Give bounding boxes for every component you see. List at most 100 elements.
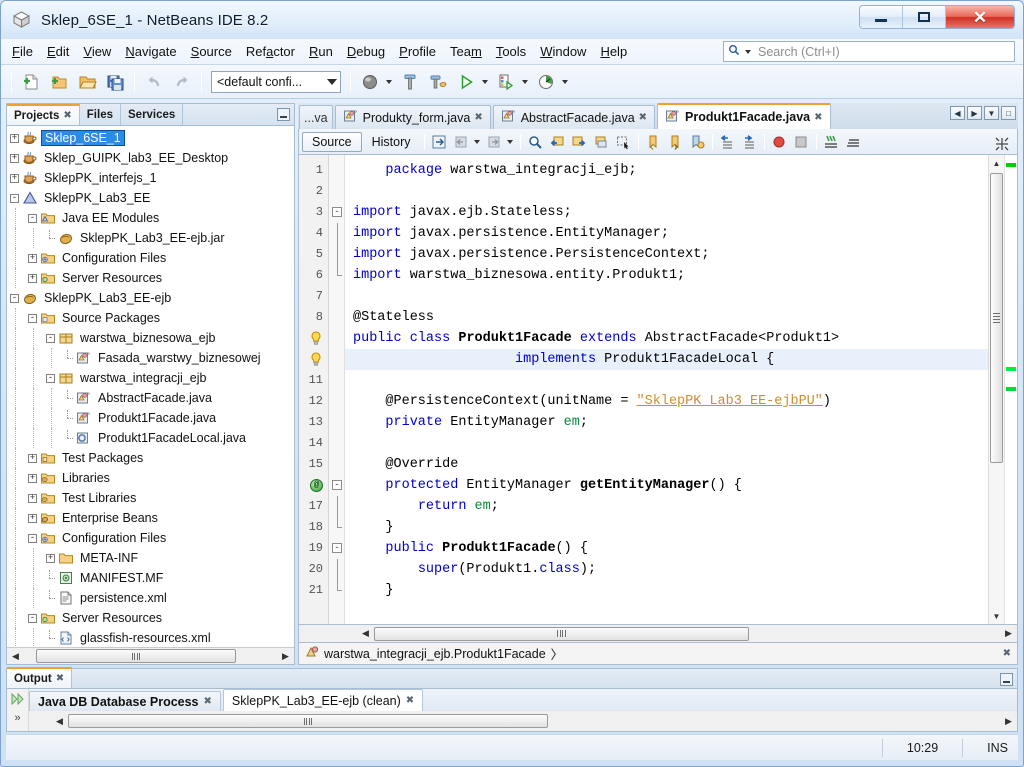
- menu-edit[interactable]: Edit: [40, 41, 76, 62]
- code-line-2[interactable]: [345, 181, 988, 202]
- annotation-mark[interactable]: [1006, 163, 1016, 167]
- menu-tools[interactable]: Tools: [489, 41, 533, 62]
- tree-item-fasada-warstwy-biznesowej[interactable]: ° Fasada_warstwy_biznesowej: [7, 348, 294, 368]
- tree-expander[interactable]: +: [25, 471, 40, 486]
- scroll-track[interactable]: [374, 626, 1000, 642]
- menu-navigate[interactable]: Navigate: [118, 41, 183, 62]
- scroll-right-arrow-icon[interactable]: ▶: [1000, 626, 1017, 642]
- minimize-window-button[interactable]: [277, 108, 290, 121]
- editor-vertical-scrollbar[interactable]: ▲ ▼: [988, 155, 1004, 624]
- scroll-left-arrow-icon[interactable]: ◀: [51, 713, 68, 729]
- line-number-15[interactable]: 15: [299, 454, 328, 475]
- tree-expander[interactable]: +: [7, 151, 22, 166]
- stop-button[interactable]: [791, 132, 812, 152]
- collapse-icon[interactable]: -: [332, 480, 342, 490]
- scroll-left-arrow-icon[interactable]: ◀: [7, 648, 24, 664]
- editor-horizontal-scrollbar[interactable]: ◀ ▶: [298, 625, 1018, 643]
- tree-item-warstwa-integracji-ejb[interactable]: - warstwa_integracji_ejb: [7, 368, 294, 388]
- tree-expander[interactable]: +: [25, 271, 40, 286]
- maximize-editor-button[interactable]: □: [1001, 106, 1016, 120]
- editor-tab-produkt1facade-java[interactable]: ° Produkt1Facade.java ✖: [657, 103, 831, 129]
- line-number-4[interactable]: 4: [299, 223, 328, 244]
- rectangular-selection-button[interactable]: [613, 132, 634, 152]
- close-icon[interactable]: ✖: [63, 110, 71, 121]
- menu-window[interactable]: Window: [533, 41, 593, 62]
- tree-item-test-packages[interactable]: + Test Packages: [7, 448, 294, 468]
- vertical-scroll-thumb[interactable]: [990, 173, 1003, 463]
- code-line-19[interactable]: public Produkt1Facade() {: [345, 538, 988, 559]
- line-number-1[interactable]: 1: [299, 160, 328, 181]
- menu-refactor[interactable]: Refactor: [239, 41, 302, 62]
- line-number-18[interactable]: 18: [299, 517, 328, 538]
- build-project-button[interactable]: [397, 69, 423, 95]
- breadcrumb[interactable]: warstwa_integracji_ejb.Produkt1Facade 〉 …: [298, 643, 1018, 665]
- scroll-track[interactable]: [68, 713, 1000, 729]
- tree-item-enterprise-beans[interactable]: + Enterprise Beans: [7, 508, 294, 528]
- search-dropdown-icon[interactable]: [745, 49, 751, 54]
- menu-view[interactable]: View: [76, 41, 118, 62]
- minimize-output-button[interactable]: [1000, 673, 1013, 686]
- annotation-mark[interactable]: [1006, 367, 1016, 371]
- close-icon[interactable]: ✖: [814, 112, 822, 123]
- line-number-6[interactable]: 6: [299, 265, 328, 286]
- find-selection-button[interactable]: [525, 132, 546, 152]
- tree-item-source-packages[interactable]: - Source Packages: [7, 308, 294, 328]
- code-line-4[interactable]: import javax.persistence.EntityManager;: [345, 223, 988, 244]
- close-icon[interactable]: ✖: [56, 673, 64, 684]
- tree-item-produkt1facadelocal-java[interactable]: Produkt1FacadeLocal.java: [7, 428, 294, 448]
- shift-left-button[interactable]: [717, 132, 738, 152]
- output-tab-skleppk-lab3-ee-ejb-clean[interactable]: SklepPK_Lab3_EE-ejb (clean) ✖: [222, 689, 424, 711]
- code-line-1[interactable]: package warstwa_integracji_ejb;: [345, 160, 988, 181]
- error-annotation-strip[interactable]: [1004, 155, 1017, 624]
- tree-expander[interactable]: +: [7, 171, 22, 186]
- line-number-16[interactable]: @: [299, 475, 328, 496]
- clean-build-button[interactable]: [425, 69, 451, 95]
- save-all-button[interactable]: [102, 69, 128, 95]
- tree-item-libraries[interactable]: + Libraries: [7, 468, 294, 488]
- close-icon[interactable]: ✖: [639, 112, 647, 123]
- tab-output[interactable]: Output ✖: [7, 667, 73, 688]
- line-number-14[interactable]: 14: [299, 433, 328, 454]
- previous-bookmark-button[interactable]: [643, 132, 664, 152]
- tab-projects[interactable]: Projects ✖: [7, 104, 80, 125]
- hint-bulb-icon[interactable]: [310, 331, 322, 346]
- close-icon[interactable]: ✖: [474, 112, 482, 123]
- code-line-15[interactable]: @Override: [345, 454, 988, 475]
- code-line-20[interactable]: super(Produkt1.class);: [345, 559, 988, 580]
- editor-tab-produkty_form-java[interactable]: ° Produkty_form.java ✖: [334, 105, 491, 129]
- scroll-tabs-right-button[interactable]: ▶: [967, 106, 982, 120]
- scroll-left-arrow-icon[interactable]: ◀: [357, 626, 374, 642]
- code-line-7[interactable]: [345, 286, 988, 307]
- new-file-button[interactable]: [18, 69, 44, 95]
- scroll-tabs-left-button[interactable]: ◀: [950, 106, 965, 120]
- editor-tab-clipped[interactable]: ...va: [299, 105, 333, 129]
- run-dropdown-icon[interactable]: [482, 79, 488, 84]
- tree-item-skleppk-lab3-ee[interactable]: - SklepPK_Lab3_EE: [7, 188, 294, 208]
- output-tab-java-db-database-process[interactable]: Java DB Database Process ✖: [29, 691, 221, 711]
- menu-debug[interactable]: Debug: [340, 41, 392, 62]
- scroll-thumb[interactable]: [374, 626, 749, 641]
- find-next-button[interactable]: [569, 132, 590, 152]
- forward-button[interactable]: [484, 132, 505, 152]
- run-project-button[interactable]: [453, 69, 479, 95]
- tree-item-java-ee-modules[interactable]: - Java EE Modules: [7, 208, 294, 228]
- code-line-17[interactable]: return em;: [345, 496, 988, 517]
- tree-expander[interactable]: -: [7, 191, 22, 206]
- highlight-button[interactable]: [591, 132, 612, 152]
- collapse-icon[interactable]: -: [332, 543, 342, 553]
- tree-item-test-libraries[interactable]: + Test Libraries: [7, 488, 294, 508]
- line-number-9[interactable]: [299, 328, 328, 349]
- tree-item-produkt1facade-java[interactable]: ° Produkt1Facade.java: [7, 408, 294, 428]
- tree-item-abstractfacade-java[interactable]: ° AbstractFacade.java: [7, 388, 294, 408]
- back-dropdown-icon[interactable]: [473, 139, 480, 144]
- set-server-dropdown-icon[interactable]: [386, 79, 392, 84]
- set-server-button[interactable]: [357, 69, 383, 95]
- tab-files[interactable]: Files: [80, 104, 121, 125]
- toggle-breakpoint-button[interactable]: [769, 132, 790, 152]
- chevron-right-double-icon[interactable]: »: [14, 712, 20, 724]
- forward-dropdown-icon[interactable]: [506, 139, 513, 144]
- menu-team[interactable]: Team: [443, 41, 489, 62]
- profile-project-button[interactable]: [533, 69, 559, 95]
- tree-expander[interactable]: -: [25, 531, 40, 546]
- line-number-7[interactable]: 7: [299, 286, 328, 307]
